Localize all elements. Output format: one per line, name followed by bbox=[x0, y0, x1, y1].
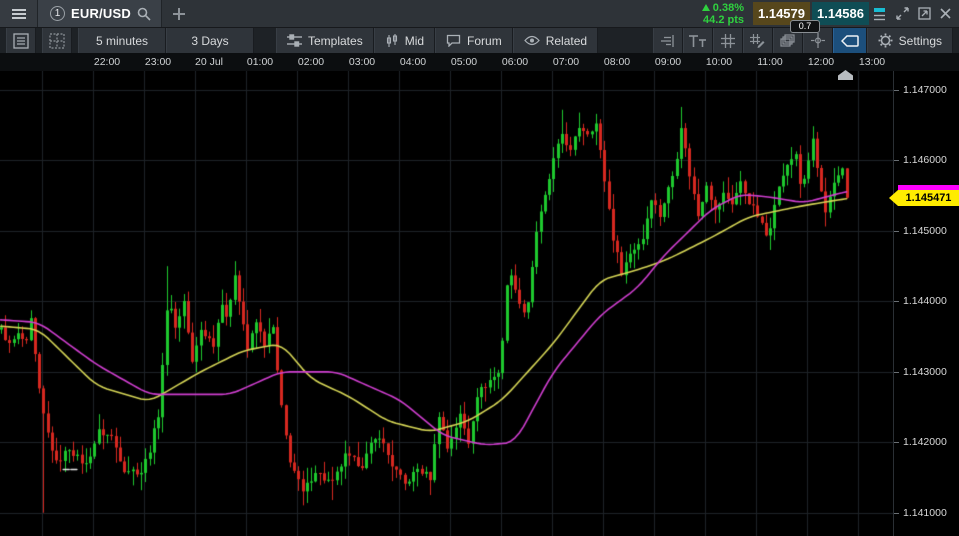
settings-button[interactable]: Settings bbox=[867, 28, 953, 53]
settings-gear-icon bbox=[878, 33, 893, 48]
time-axis-label: 09:00 bbox=[655, 56, 681, 68]
price-axis-label: 1.146000 bbox=[903, 154, 947, 166]
price-axis-tick bbox=[894, 90, 899, 91]
templates-sliders-icon bbox=[287, 34, 302, 47]
price-axis-label: 1.144000 bbox=[903, 295, 947, 307]
time-axis-label: 22:00 bbox=[94, 56, 120, 68]
watchlist-button[interactable] bbox=[6, 28, 36, 53]
time-axis-label: 04:00 bbox=[400, 56, 426, 68]
draw-tool-icon bbox=[750, 34, 765, 48]
price-axis-tick bbox=[894, 513, 899, 514]
range-dropdown[interactable]: 3 Days bbox=[166, 28, 254, 53]
symbol-label: EUR/USD bbox=[71, 6, 131, 21]
time-axis-label: 23:00 bbox=[145, 56, 171, 68]
related-eye-icon bbox=[524, 35, 540, 46]
chart-tab[interactable]: 1 EUR/USD bbox=[38, 0, 162, 27]
forum-bubble-icon bbox=[446, 34, 461, 47]
last-price-tag: 1.145471 bbox=[889, 185, 959, 206]
time-axis-label: 08:00 bbox=[604, 56, 630, 68]
price-axis-tick bbox=[894, 372, 899, 373]
expand-icon[interactable] bbox=[896, 7, 909, 20]
depth-scale-button[interactable] bbox=[653, 28, 683, 53]
text-tool-button[interactable] bbox=[683, 28, 713, 53]
menu-button[interactable] bbox=[0, 0, 38, 27]
related-button[interactable]: Related bbox=[513, 28, 598, 53]
change-up-icon bbox=[702, 4, 710, 11]
new-tab-button[interactable] bbox=[162, 0, 196, 27]
watchlist-icon bbox=[13, 33, 29, 49]
depth-scale-icon bbox=[660, 34, 675, 48]
price-axis-tick bbox=[894, 231, 899, 232]
price-axis-tick bbox=[894, 301, 899, 302]
time-axis[interactable]: 22:00 23:00 20 Jul 01:00 02:00 03:00 04:00 05:0… bbox=[0, 54, 959, 71]
forum-button[interactable]: Forum bbox=[435, 28, 513, 53]
time-axis-label: 20 Jul bbox=[195, 56, 223, 68]
interval-dropdown[interactable]: 5 minutes bbox=[78, 28, 166, 53]
price-axis-tick bbox=[894, 160, 899, 161]
titlebar-spacer bbox=[196, 0, 702, 27]
price-axis-label: 1.145000 bbox=[903, 225, 947, 237]
time-axis-label: 03:00 bbox=[349, 56, 375, 68]
chart-number-badge: 1 bbox=[50, 6, 65, 21]
price-axis-tick bbox=[894, 442, 899, 443]
price-label-toggle-icon bbox=[841, 35, 859, 47]
titlebar: 1 EUR/USD 0.38% 44.2 pts 1.14579 1.14586… bbox=[0, 0, 959, 28]
price-axis[interactable]: 1.147000 1.146000 1.145000 1.144000 1.143000… bbox=[893, 71, 959, 536]
close-icon[interactable] bbox=[940, 8, 951, 19]
time-axis-label: 10:00 bbox=[706, 56, 732, 68]
time-axis-label: 01:00 bbox=[247, 56, 273, 68]
settings-label: Settings bbox=[899, 34, 942, 48]
window-controls bbox=[870, 0, 959, 27]
time-axis-label: 12:00 bbox=[808, 56, 834, 68]
time-axis-label: 06:00 bbox=[502, 56, 528, 68]
last-price-value: 1.145471 bbox=[898, 190, 959, 206]
mid-candle-icon bbox=[385, 34, 399, 48]
price-change-readout: 0.38% 44.2 pts bbox=[702, 0, 752, 27]
trading-app-window: 1 EUR/USD 0.38% 44.2 pts 1.14579 1.14586… bbox=[0, 0, 959, 536]
crosshair-icon bbox=[811, 33, 825, 48]
change-percent: 0.38% bbox=[713, 2, 744, 14]
grid-tool-icon bbox=[721, 34, 735, 48]
new-tab-icon bbox=[173, 8, 185, 20]
cascade-windows-icon bbox=[780, 34, 795, 48]
grid-tool-button[interactable] bbox=[713, 28, 743, 53]
price-chart-canvas[interactable] bbox=[0, 71, 893, 536]
price-axis-label: 1.141000 bbox=[903, 507, 947, 519]
search-icon[interactable] bbox=[137, 7, 151, 21]
price-axis-label: 1.147000 bbox=[903, 84, 947, 96]
templates-button[interactable]: Templates bbox=[276, 28, 374, 53]
text-tool-icon bbox=[689, 34, 707, 47]
chart-area bbox=[0, 71, 893, 536]
time-axis-label: 11:00 bbox=[757, 56, 783, 68]
price-axis-label: 1.143000 bbox=[903, 366, 947, 378]
grid-layout-button[interactable] bbox=[42, 28, 72, 53]
templates-label: Templates bbox=[308, 34, 363, 48]
change-points: 44.2 pts bbox=[703, 14, 744, 26]
price-label-toggle-button[interactable] bbox=[833, 28, 867, 53]
time-axis-label: 13:00 bbox=[859, 56, 885, 68]
forum-label: Forum bbox=[467, 34, 502, 48]
draw-tool-button[interactable] bbox=[743, 28, 773, 53]
time-axis-label: 07:00 bbox=[553, 56, 579, 68]
last-price-tag-arrow bbox=[889, 190, 898, 206]
pop-out-icon[interactable] bbox=[918, 7, 931, 20]
hamburger-icon bbox=[11, 8, 27, 20]
time-axis-label: 02:00 bbox=[298, 56, 324, 68]
grid-layout-icon bbox=[49, 33, 65, 49]
spread-badge: 0.7 bbox=[790, 20, 820, 33]
related-label: Related bbox=[546, 34, 587, 48]
buy-price-button[interactable]: 1.14586 bbox=[812, 2, 869, 25]
time-axis-label: 05:00 bbox=[451, 56, 477, 68]
mid-price-button[interactable]: Mid bbox=[374, 28, 435, 53]
panel-stack-icon[interactable] bbox=[874, 7, 887, 21]
mid-label: Mid bbox=[405, 34, 424, 48]
price-axis-label: 1.142000 bbox=[903, 436, 947, 448]
